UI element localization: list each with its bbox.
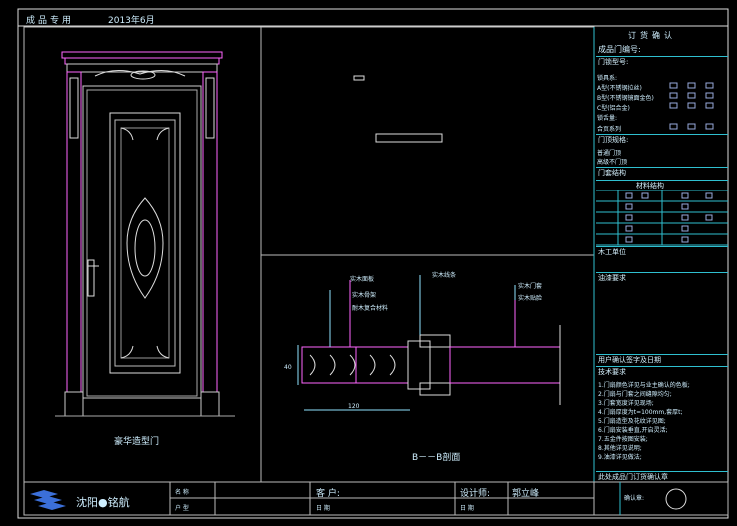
tb-row-10: 门套结构 xyxy=(596,167,728,179)
bottom-cell1-top: 名 称 xyxy=(175,489,189,496)
door-elevation xyxy=(55,51,235,417)
door-caption: 豪华造型门 xyxy=(114,437,160,447)
dim-horizontal: 120 xyxy=(348,403,360,410)
company-name: 沈阳●铭航 xyxy=(76,496,130,509)
designer-name: 郭立峰 xyxy=(512,489,540,499)
header-date: 2013年6月 xyxy=(108,16,155,26)
tb-row-14: 用户确认签字及日期 xyxy=(596,354,728,366)
stamp-label: 确认章: xyxy=(624,495,645,502)
tb-row-8: 普通门顶 xyxy=(597,150,622,157)
tb-row-15: 技术要求 xyxy=(596,366,728,378)
client-bottom: 日 期 xyxy=(316,505,330,512)
callout-6: 实木贴脸 xyxy=(518,295,543,302)
material-table xyxy=(596,190,728,246)
header-label: 成品专用 xyxy=(26,16,75,26)
callout-4: 实木线条 xyxy=(432,272,457,279)
stamp-circle-icon xyxy=(665,488,687,510)
bottom-cell1-bottom: 户 型 xyxy=(175,505,189,512)
tb-row-1: 锁具系: xyxy=(597,75,618,82)
tb-row-7: 门顶规格: xyxy=(596,134,728,146)
titleblock-heading: 订货确认 xyxy=(628,31,676,40)
designer-label: 设计师: xyxy=(460,489,491,499)
tb-row-2: A型(不锈钢拉丝) xyxy=(597,85,642,92)
tb-row-9: 高级不门顶 xyxy=(597,159,628,166)
designer-bottom: 日 期 xyxy=(460,505,474,512)
tb-row-0: 门锁型号: xyxy=(596,56,728,68)
callout-5: 实木门套 xyxy=(518,283,543,290)
tb-row-3: B型(不锈钢镜面金色) xyxy=(597,95,654,102)
checkbox-grid xyxy=(669,82,714,130)
door-no-label: 成品门编号: xyxy=(598,45,641,54)
tb-row-5: 锁舌量: xyxy=(597,115,618,122)
tb-footer-note: 此处成品门订货确认章 xyxy=(596,471,728,483)
section-label: B－－B剖面 xyxy=(412,453,461,463)
callout-3: 耐木复合材料 xyxy=(352,305,389,312)
company-logo-icon xyxy=(30,490,66,510)
tb-row-4: C型(铝合金) xyxy=(597,105,630,112)
client-label: 客 户: xyxy=(316,489,340,499)
tb-row-13: 油漆要求 xyxy=(596,272,728,284)
tb-row-12: 木工单位 xyxy=(596,246,728,258)
tech-notes: 1.门扇颜色详见与业主确认的色板; 2.门扇与门套之间缝隙均匀; 3.门套宽度详… xyxy=(598,382,690,461)
callout-1: 实木面板 xyxy=(350,276,375,283)
top-detail xyxy=(353,75,443,143)
dim-vertical: 40 xyxy=(284,364,292,371)
tb-row-6: 合页系列 xyxy=(597,126,622,133)
callout-2: 实木骨架 xyxy=(352,292,377,299)
